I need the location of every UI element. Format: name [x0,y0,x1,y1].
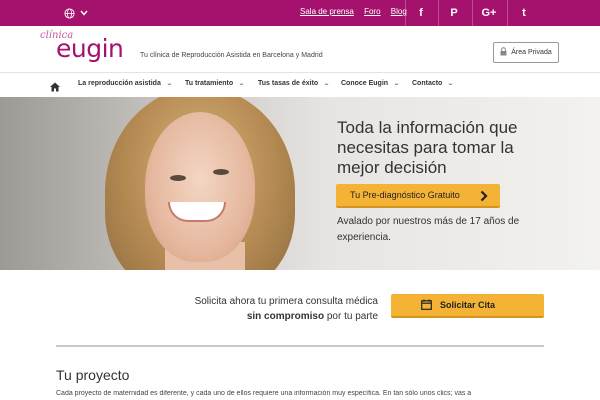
chevron-down-icon: ⌄ [238,81,246,87]
section-text: Cada proyecto de maternidad es diferente… [56,390,472,397]
area-privada-button[interactable]: Área Privada [493,42,559,63]
google-plus-icon[interactable]: G+ [474,0,504,26]
chevron-down-icon: ⌄ [323,81,331,87]
twitter-icon[interactable]: t [509,0,539,26]
nav-item-tratamiento[interactable]: Tu tratamiento ⌄ [185,80,246,87]
nav-item-label: Contacto [412,80,443,87]
cta-rest: por tu parte [324,311,378,322]
cta-line-1: Solicita ahora tu primera consulta médic… [194,296,378,307]
area-privada-label: Área Privada [511,49,552,56]
home-icon[interactable] [50,79,60,97]
nav-item-label: Tus tasas de éxito [258,80,319,87]
cta-bold: sin compromiso [246,311,325,322]
nav-item-reproduccion[interactable]: La reproducción asistida ⌄ [78,80,173,87]
nav-item-label: La reproducción asistida [78,80,161,87]
chevron-right-icon [480,188,488,205]
logo-eugin-text: eugin [56,34,124,63]
top-links: Sala de prensa Foro Blog [300,7,415,16]
nav-item-label: Conoce Eugin [341,80,389,87]
hero-title: Toda la información que necesitas para t… [337,118,518,177]
section-title: Tu proyecto [56,367,130,383]
site-header: clínica eugin Tu clínica de Reproducción… [0,26,600,73]
divider [472,0,473,26]
language-selector[interactable] [64,6,92,20]
section-divider [56,345,544,347]
nav-item-label: Tu tratamiento [185,80,234,87]
divider [507,0,508,26]
facebook-icon[interactable]: f [406,0,436,26]
pre-diagnostico-button[interactable]: Tu Pre-diagnóstico Gratuito [336,184,500,208]
chevron-down-icon [80,10,88,16]
chevron-down-icon: ⌄ [447,81,455,87]
nav-item-conoce[interactable]: Conoce Eugin ⌄ [341,80,401,87]
hero-subtitle: Avalado por nuestros más de 17 años de e… [337,216,520,243]
chevron-down-icon: ⌄ [165,81,173,87]
nav-item-tasas[interactable]: Tus tasas de éxito ⌄ [258,80,331,87]
tagline: Tu clínica de Reproducción Asistida en B… [140,52,323,59]
pinterest-icon[interactable]: P [439,0,469,26]
top-bar: Sala de prensa Foro Blog f P G+ t [0,0,600,26]
cta-text: Solicita ahora tu primera consulta médic… [150,294,378,324]
lock-icon [500,47,511,58]
solicitar-cita-button[interactable]: Solicitar Cita [391,294,544,318]
nav-item-contacto[interactable]: Contacto ⌄ [412,80,455,87]
link-foro[interactable]: Foro [364,7,380,16]
globe-icon [64,7,75,19]
solicitar-cita-label: Solicitar Cita [439,300,495,310]
link-sala-de-prensa[interactable]: Sala de prensa [300,7,354,16]
main-nav: La reproducción asistida ⌄ Tu tratamient… [0,74,600,96]
chevron-down-icon: ⌄ [393,81,401,87]
pre-diagnostico-label: Tu Pre-diagnóstico Gratuito [350,190,460,200]
cta-line-2: sin compromiso por tu parte [150,309,378,324]
